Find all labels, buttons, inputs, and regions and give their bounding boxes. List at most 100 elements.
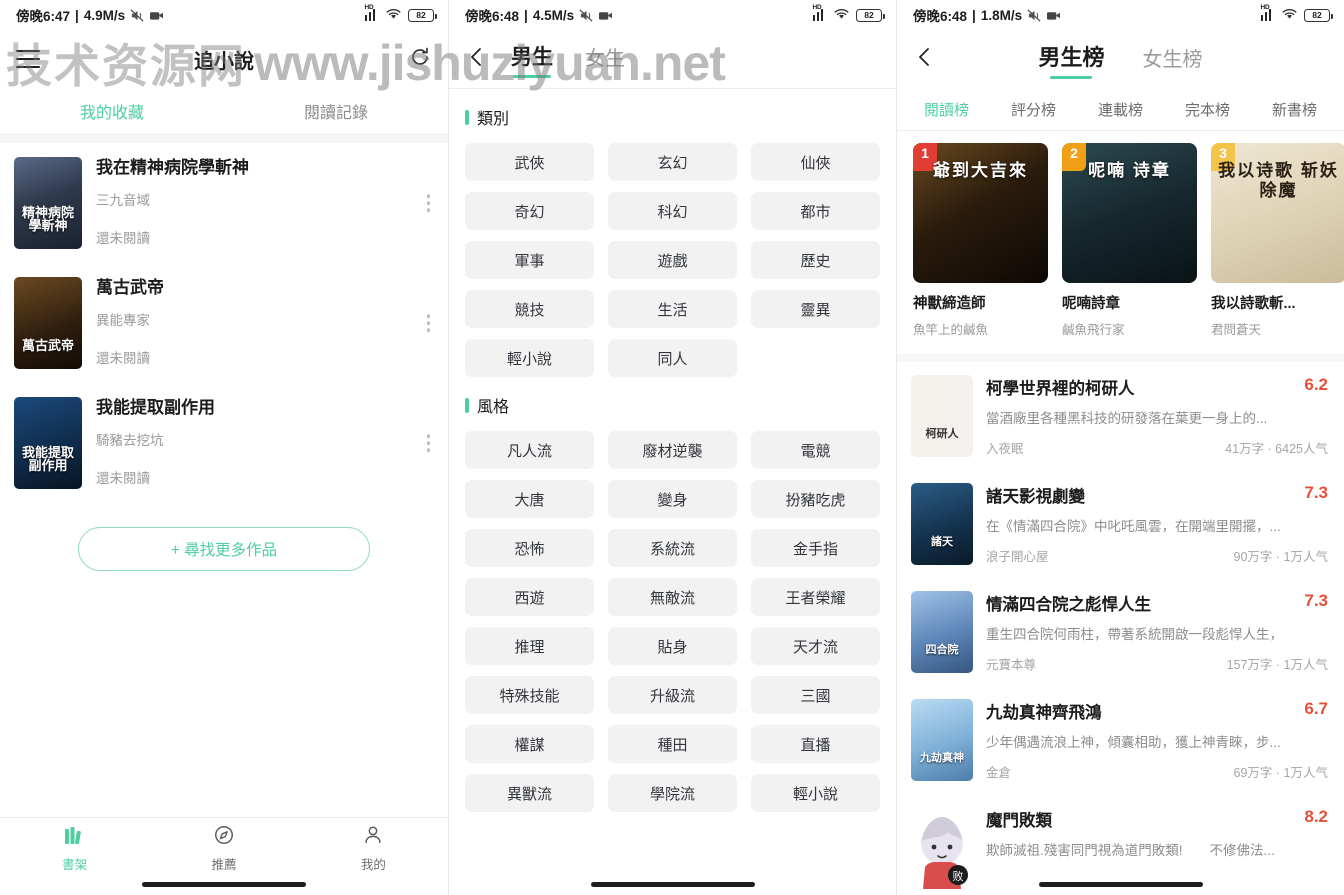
tab-female-ranking[interactable]: 女生榜 xyxy=(1143,43,1203,79)
tag-item[interactable]: 軍事 xyxy=(465,241,594,279)
tab-reading-history[interactable]: 閱讀記錄 xyxy=(224,99,448,123)
tag-item[interactable]: 扮豬吃虎 xyxy=(751,480,880,518)
tab-my-favorites[interactable]: 我的收藏 xyxy=(0,99,224,123)
top-rank-card[interactable]: 3 我以诗歌 斩妖除魔 我以詩歌斬... 君問蒼天 xyxy=(1211,143,1344,338)
tag-item[interactable]: 西遊 xyxy=(465,578,594,616)
list-item[interactable]: 諸天 諸天影視劇變 7.3 在《情滿四合院》中叱吒風雲，在開端里開擺，... 浪… xyxy=(897,470,1344,578)
bookshelf-tabs: 我的收藏 閱讀記錄 xyxy=(0,88,448,134)
find-more-works-button[interactable]: + 尋找更多作品 xyxy=(78,527,370,571)
book-title: 呢喃詩章 xyxy=(1062,296,1120,312)
subtab-rating[interactable]: 評分榜 xyxy=(990,99,1077,120)
tag-item[interactable]: 學院流 xyxy=(608,774,737,812)
more-options-icon[interactable] xyxy=(426,314,430,332)
battery-icon: 82 xyxy=(1304,8,1333,22)
tag-item[interactable]: 輕小說 xyxy=(465,339,594,377)
subtab-completed[interactable]: 完本榜 xyxy=(1164,99,1251,120)
book-description: 當酒廠里各種黑科技的研發落在葉更一身上的... xyxy=(986,411,1268,426)
status-separator: | xyxy=(524,7,528,23)
subtab-new-books[interactable]: 新書榜 xyxy=(1251,99,1338,120)
tag-item[interactable]: 生活 xyxy=(608,290,737,328)
battery-icon: 82 xyxy=(856,8,885,22)
status-network-speed: 1.8M/s xyxy=(980,7,1023,23)
tag-item[interactable]: 變身 xyxy=(608,480,737,518)
tag-item[interactable]: 無敵流 xyxy=(608,578,737,616)
tag-item[interactable]: 遊戲 xyxy=(608,241,737,279)
tabbar-label: 推薦 xyxy=(211,858,237,872)
list-item[interactable]: 四合院 情滿四合院之彪悍人生 7.3 重生四合院何雨柱，帶著系統開啟一段彪悍人生… xyxy=(897,578,1344,686)
tag-item[interactable]: 大唐 xyxy=(465,480,594,518)
gender-ranking-tabs: 男生榜 女生榜 xyxy=(897,40,1344,79)
list-item[interactable]: 我能提取 副作用 我能提取副作用 騎豬去挖坑 還未閱讀 xyxy=(0,383,448,503)
tag-item[interactable]: 異獸流 xyxy=(465,774,594,812)
score-badge: 6.7 xyxy=(1304,699,1328,718)
tag-item[interactable]: 奇幻 xyxy=(465,192,594,230)
tag-item[interactable]: 三國 xyxy=(751,676,880,714)
book-description: 在《情滿四合院》中叱吒風雲，在開端里開擺，... xyxy=(986,519,1281,534)
tag-item[interactable]: 同人 xyxy=(608,339,737,377)
list-item[interactable]: 九劫真神 九劫真神齊飛鴻 6.7 少年偶遇流浪上神，傾囊相助，獲上神青睞，步..… xyxy=(897,686,1344,794)
list-item[interactable]: 败 魔門敗類 8.2 欺師滅祖.殘害同門視為道門敗類! 不修佛法... xyxy=(897,794,1344,895)
tag-item[interactable]: 升級流 xyxy=(608,676,737,714)
list-item[interactable]: 萬古武帝 萬古武帝 異能專家 還未閱讀 xyxy=(0,263,448,383)
tag-item[interactable]: 特殊技能 xyxy=(465,676,594,714)
book-cover: 萬古武帝 xyxy=(14,277,82,369)
tabbar-item-bookshelf[interactable]: 書架 xyxy=(0,818,149,895)
tag-item[interactable]: 推理 xyxy=(465,627,594,665)
top-rank-card[interactable]: 1 爺到大吉來 神獸締造師 魚竿上的鹹魚 xyxy=(913,143,1048,338)
tag-item[interactable]: 種田 xyxy=(608,725,737,763)
subtab-serial[interactable]: 連載榜 xyxy=(1077,99,1164,120)
book-author: 騎豬去挖坑 xyxy=(96,432,164,448)
cover-title-art: 我能提取 副作用 xyxy=(21,444,74,474)
tag-item[interactable]: 直播 xyxy=(751,725,880,763)
book-title: 我能提取副作用 xyxy=(96,398,215,417)
wifi-icon xyxy=(833,7,850,23)
status-network-speed: 4.9M/s xyxy=(83,7,126,23)
tab-female[interactable]: 女生 xyxy=(585,42,625,78)
book-read-status: 還未閱讀 xyxy=(96,350,150,366)
book-stats: 41万字 · 6425人气 xyxy=(1225,442,1328,456)
status-time: 傍晚6:48 xyxy=(913,9,968,24)
tag-item[interactable]: 凡人流 xyxy=(465,431,594,469)
tag-item[interactable]: 輕小說 xyxy=(751,774,880,812)
tag-item[interactable]: 仙俠 xyxy=(751,143,880,181)
tag-item[interactable]: 王者榮耀 xyxy=(751,578,880,616)
tag-item[interactable]: 電競 xyxy=(751,431,880,469)
chevron-left-icon[interactable] xyxy=(465,45,491,74)
tag-item[interactable]: 貼身 xyxy=(608,627,737,665)
hd-label: HD xyxy=(812,4,822,11)
tag-item[interactable]: 都市 xyxy=(751,192,880,230)
list-item[interactable]: 柯研人 柯學世界裡的柯研人 6.2 當酒廠里各種黑科技的研發落在葉更一身上的..… xyxy=(897,362,1344,470)
cover-title-art: 四合院 xyxy=(925,644,959,656)
top-rank-card[interactable]: 2 呢喃 诗章 呢喃詩章 鹹魚飛行家 xyxy=(1062,143,1197,338)
tag-item[interactable]: 靈異 xyxy=(751,290,880,328)
book-info: 我在精神病院學斬神 三九音域 還未閱讀 xyxy=(96,157,432,247)
book-info: 柯學世界裡的柯研人 6.2 當酒廠里各種黑科技的研發落在葉更一身上的... 入夜… xyxy=(986,375,1328,457)
status-time: 傍晚6:47 xyxy=(16,9,71,24)
status-network-speed: 4.5M/s xyxy=(532,7,575,23)
subtab-reading[interactable]: 閱讀榜 xyxy=(903,99,990,120)
tag-item[interactable]: 科幻 xyxy=(608,192,737,230)
tag-item[interactable]: 武俠 xyxy=(465,143,594,181)
tag-item[interactable]: 系統流 xyxy=(608,529,737,567)
tab-male-ranking[interactable]: 男生榜 xyxy=(1038,40,1104,79)
tag-item[interactable]: 恐怖 xyxy=(465,529,594,567)
tag-item[interactable]: 玄幻 xyxy=(608,143,737,181)
battery-level: 82 xyxy=(416,10,426,20)
tag-item[interactable]: 歷史 xyxy=(751,241,880,279)
tag-item[interactable]: 廢材逆襲 xyxy=(608,431,737,469)
status-separator: | xyxy=(972,7,976,23)
svg-text:败: 败 xyxy=(953,869,964,883)
tag-item[interactable]: 競技 xyxy=(465,290,594,328)
tabbar-label: 我的 xyxy=(360,858,386,872)
status-bar-right: HD 82 xyxy=(1260,4,1333,23)
tag-item[interactable]: 金手指 xyxy=(751,529,880,567)
tab-male[interactable]: 男生 xyxy=(511,41,553,78)
tag-item[interactable]: 權謀 xyxy=(465,725,594,763)
tag-item[interactable]: 天才流 xyxy=(751,627,880,665)
list-item[interactable]: 精神病院 學斬神 我在精神病院學斬神 三九音域 還未閱讀 xyxy=(0,143,448,263)
more-options-icon[interactable] xyxy=(426,434,430,452)
compass-icon xyxy=(212,824,236,849)
refresh-icon[interactable] xyxy=(408,45,432,74)
more-options-icon[interactable] xyxy=(426,194,430,212)
tabbar-item-mine[interactable]: 我的 xyxy=(299,818,448,895)
